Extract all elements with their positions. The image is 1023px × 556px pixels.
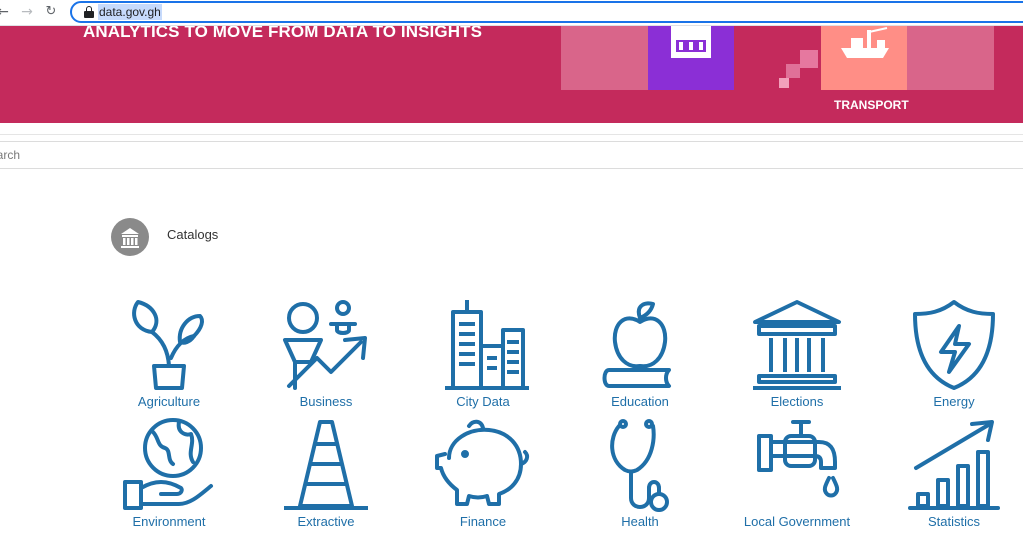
category-label[interactable]: Business xyxy=(251,394,401,409)
calculator-icon xyxy=(671,26,711,58)
bar-chart-growth-icon xyxy=(908,420,1000,510)
hero-tile-purple[interactable] xyxy=(648,26,734,90)
traffic-cone-icon xyxy=(284,420,368,510)
category-label[interactable]: Environment xyxy=(94,514,244,529)
transport-caption[interactable]: TRANSPORT xyxy=(834,98,909,112)
category-education[interactable]: Education xyxy=(565,298,715,409)
category-label[interactable]: Health xyxy=(565,514,715,529)
category-label[interactable]: Elections xyxy=(722,394,872,409)
category-agriculture[interactable]: Agriculture xyxy=(94,298,244,409)
category-extractive[interactable]: Extractive xyxy=(251,418,401,529)
catalogs-heading: Catalogs xyxy=(167,227,219,242)
stethoscope-icon xyxy=(610,419,669,512)
city-buildings-icon xyxy=(445,300,529,390)
hero-tile-transport[interactable] xyxy=(821,26,907,90)
globe-hand-icon xyxy=(123,418,213,510)
category-city-data[interactable]: City Data xyxy=(408,298,558,409)
category-elections[interactable]: Elections xyxy=(722,298,872,409)
cargo-ship-icon xyxy=(841,27,889,58)
category-local-government[interactable]: Local Government xyxy=(722,418,872,529)
hero-tile xyxy=(561,26,648,90)
category-label[interactable]: Energy xyxy=(879,394,1023,409)
category-label[interactable]: Finance xyxy=(408,514,558,529)
piggy-bank-icon xyxy=(435,419,530,506)
address-bar[interactable]: data.gov.gh xyxy=(70,1,1023,23)
search-input[interactable]: earch xyxy=(0,141,1023,169)
hero-banner: ANALYTICS TO MOVE FROM DATA TO INSIGHTS … xyxy=(0,26,1023,123)
category-environment[interactable]: Environment xyxy=(94,418,244,529)
category-label[interactable]: Education xyxy=(565,394,715,409)
shield-bolt-icon xyxy=(913,300,995,390)
category-label[interactable]: Statistics xyxy=(879,514,1023,529)
search-placeholder: earch xyxy=(0,148,21,162)
category-business[interactable]: Business xyxy=(251,298,401,409)
decor-square xyxy=(786,64,800,78)
decor-square xyxy=(779,78,789,88)
divider xyxy=(0,134,1023,135)
browser-toolbar: ← → ↻ data.gov.gh xyxy=(0,0,1023,26)
category-health[interactable]: Health xyxy=(565,418,715,529)
decor-square xyxy=(800,50,818,68)
business-growth-icon xyxy=(283,300,367,390)
url-text[interactable]: data.gov.gh xyxy=(98,4,162,20)
water-tap-icon xyxy=(757,420,840,498)
forward-arrow-icon[interactable]: → xyxy=(18,3,36,21)
category-label[interactable]: City Data xyxy=(408,394,558,409)
category-label[interactable]: Local Government xyxy=(722,514,872,529)
category-label[interactable]: Extractive xyxy=(251,514,401,529)
lock-icon[interactable] xyxy=(84,6,94,18)
hero-tile xyxy=(561,90,648,123)
category-label[interactable]: Agriculture xyxy=(94,394,244,409)
plant-pot-icon xyxy=(132,300,204,390)
category-energy[interactable]: Energy xyxy=(879,298,1023,409)
back-arrow-icon[interactable]: ← xyxy=(0,3,12,21)
hero-headline: ANALYTICS TO MOVE FROM DATA TO INSIGHTS xyxy=(83,26,483,41)
apple-book-icon xyxy=(602,301,671,388)
bank-building-icon xyxy=(111,218,149,256)
government-building-icon xyxy=(753,300,841,390)
reload-icon[interactable]: ↻ xyxy=(42,3,60,21)
category-statistics[interactable]: Statistics xyxy=(879,418,1023,529)
hero-tile xyxy=(907,26,994,90)
category-finance[interactable]: Finance xyxy=(408,418,558,529)
